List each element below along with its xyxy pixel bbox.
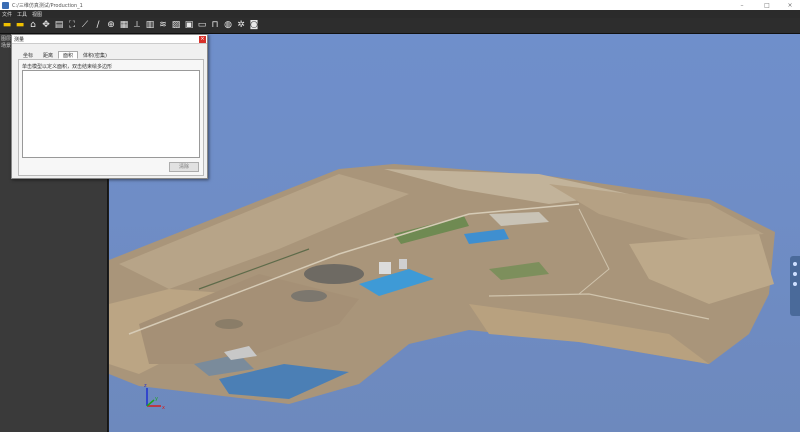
measure-dialog: 测量 × 坐标 距离 面积 体积(密集) 单击模型以定义面积，双击结束绘多边形 … <box>11 34 208 179</box>
storage-tank <box>379 262 391 274</box>
axis-y-line <box>146 399 155 407</box>
tab-coordinate[interactable]: 坐标 <box>18 51 38 59</box>
3d-viewport[interactable]: x y z <box>109 34 800 432</box>
tab-distance[interactable]: 距离 <box>38 51 58 59</box>
gravel-pit <box>304 264 364 284</box>
profile-icon[interactable]: ⟂ <box>131 20 143 32</box>
home-icon[interactable]: ⌂ <box>27 20 39 32</box>
gravel-pile <box>291 290 327 302</box>
maximize-button[interactable]: □ <box>759 0 775 10</box>
layers-icon[interactable]: ▤ <box>53 20 65 32</box>
dialog-title: 测量 <box>14 36 25 43</box>
settings-icon[interactable]: ✲ <box>235 20 247 32</box>
contour-icon[interactable]: ≋ <box>157 20 169 32</box>
storage-tank-2 <box>399 259 407 269</box>
minimize-button[interactable]: – <box>734 0 750 10</box>
menu-bar: 文件 工具 视图 <box>0 10 800 18</box>
grid-icon[interactable]: ▦ <box>118 20 130 32</box>
tab-volume[interactable]: 体积(密集) <box>78 51 112 59</box>
terrain-model[interactable]: x y z <box>109 34 800 432</box>
handle-dot-icon <box>793 272 797 276</box>
axis-y-label: y <box>155 396 158 402</box>
menu-view[interactable]: 视图 <box>32 11 42 18</box>
open-folder-icon-2[interactable]: ▬ <box>14 20 26 32</box>
menu-file[interactable]: 文件 <box>2 11 12 18</box>
axis-x-label: x <box>162 405 165 411</box>
result-textbox[interactable] <box>22 70 200 158</box>
crosshair-icon[interactable]: ⊕ <box>105 20 117 32</box>
app-icon <box>2 1 9 9</box>
side-panel-handle[interactable] <box>790 256 800 316</box>
dirt-pile <box>215 319 243 329</box>
dialog-close-button[interactable]: × <box>199 36 206 43</box>
measure-line-icon[interactable]: ∕ <box>92 20 104 32</box>
window-titlebar: C:/三维仿真测试/Production_1 – □ × <box>0 0 800 10</box>
window-title: C:/三维仿真测试/Production_1 <box>12 2 83 9</box>
tab-area[interactable]: 面积 <box>58 51 79 59</box>
axis-z-label: z <box>144 383 147 389</box>
measure-distance-icon[interactable]: ⟋ <box>79 20 91 32</box>
camera-icon[interactable]: ◙ <box>248 20 260 32</box>
pan-icon[interactable]: ✥ <box>40 20 52 32</box>
dialog-titlebar[interactable]: 测量 × <box>12 35 207 44</box>
flat-icon[interactable]: ▭ <box>196 20 208 32</box>
handle-dot-icon <box>793 262 797 266</box>
bridge-icon[interactable]: ⊓ <box>209 20 221 32</box>
volume-icon[interactable]: ▨ <box>170 20 182 32</box>
toolbar: ▬ ▬ ⌂ ✥ ▤ ⛶ ⟋ ∕ ⊕ ▦ ⟂ ▥ ≋ ▨ ▣ ▭ ⊓ ◍ ✲ ◙ <box>0 18 800 34</box>
image-icon[interactable]: ▣ <box>183 20 195 32</box>
clear-button[interactable]: 清除 <box>169 162 199 172</box>
area-hint-text: 单击模型以定义面积，双击结束绘多边形 <box>22 64 113 70</box>
area-tab-pane: 单击模型以定义面积，双击结束绘多边形 清除 <box>18 59 204 176</box>
measure-tabs: 坐标 距离 面积 体积(密集) <box>18 51 112 59</box>
table-icon[interactable]: ▥ <box>144 20 156 32</box>
open-folder-icon[interactable]: ▬ <box>1 20 13 32</box>
close-window-button[interactable]: × <box>782 0 798 10</box>
menu-tools[interactable]: 工具 <box>17 11 27 18</box>
handle-dot-icon <box>793 282 797 286</box>
layers-panel-label[interactable]: 图层 <box>1 35 11 42</box>
fit-view-icon[interactable]: ⛶ <box>66 20 78 32</box>
globe-icon[interactable]: ◍ <box>222 20 234 32</box>
scene-panel-label[interactable]: 场景 <box>1 42 11 49</box>
